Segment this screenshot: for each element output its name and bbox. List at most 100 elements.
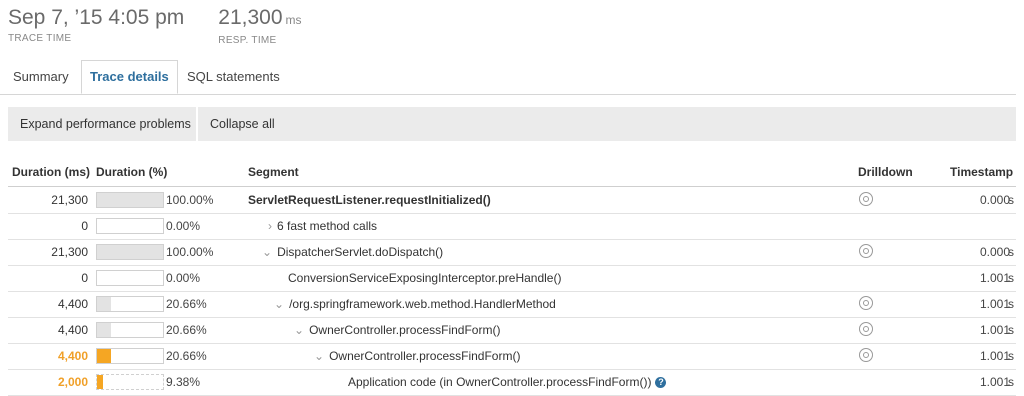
segment-label: OwnerController.processFindForm(): [329, 349, 521, 363]
timestamp-unit: s: [1008, 323, 1014, 337]
segment-cell: › 6 fast method calls: [268, 213, 377, 239]
duration-bar-fill: [97, 297, 111, 311]
timestamp-unit: s: [1008, 271, 1014, 285]
timestamp-unit: s: [1008, 375, 1014, 389]
duration-ms-cell: 4,400: [57, 349, 88, 363]
duration-bar: [96, 296, 164, 312]
duration-ms-cell: 4,400: [57, 297, 88, 311]
duration-pct-cell: 9.38%: [166, 375, 201, 389]
magnifier-icon[interactable]: [859, 322, 873, 336]
magnifier-icon[interactable]: [859, 296, 873, 310]
header-duration-pct[interactable]: Duration (%): [96, 158, 167, 186]
timestamp-cell: 1.001: [979, 349, 1010, 363]
duration-ms-cell: 21,300: [51, 193, 88, 207]
duration-bar-fill: [97, 245, 163, 259]
magnifier-icon[interactable]: [859, 192, 873, 206]
timestamp-cell: 1.001: [979, 271, 1010, 285]
table-row[interactable]: 21,300 100.00% ⌄ DispatcherServlet.doDispat…: [8, 239, 1016, 266]
trace-stats: Sep 7, ’15 4:05 pm TRACE TIME 21,300 ms R…: [8, 6, 336, 46]
duration-bar: [96, 270, 164, 286]
table-row[interactable]: 4,400 20.66% ⌄ OwnerController.processFindF…: [8, 317, 1016, 344]
header-drilldown: Drilldown: [858, 165, 913, 179]
duration-pct-cell: 20.66%: [166, 323, 207, 337]
timestamp-cell: 0.000: [979, 245, 1010, 259]
table-row[interactable]: 0 0.00% ConversionServiceExposingIntercept…: [8, 265, 1016, 292]
segment-label: 6 fast method calls: [277, 219, 378, 233]
segment-cell: Application code (in OwnerController.pro…: [348, 369, 667, 395]
header-segment[interactable]: Segment: [248, 158, 299, 186]
tab-sql-statements[interactable]: SQL statements: [187, 60, 280, 94]
duration-pct-cell: 20.66%: [166, 297, 207, 311]
header-timestamp[interactable]: Timestamp: [950, 158, 1013, 186]
magnifier-icon[interactable]: [859, 244, 873, 258]
segment-label: ServletRequestListener.requestInitialize…: [248, 193, 491, 207]
resp-time-label: RESP. TIME: [218, 35, 277, 46]
tab-trace-details[interactable]: Trace details: [81, 60, 178, 94]
chevron-right-icon[interactable]: ›: [268, 219, 272, 233]
chevron-down-icon[interactable]: ⌄: [262, 245, 272, 259]
table-row[interactable]: 4,400 20.66% ⌄ /org.springframework.web.met…: [8, 291, 1016, 318]
table-row[interactable]: 0 0.00% › 6 fast method calls: [8, 213, 1016, 240]
duration-ms-cell: 0: [81, 271, 88, 285]
duration-ms-cell: 21,300: [51, 245, 88, 259]
resp-time-value: 21,300: [218, 6, 283, 29]
chevron-down-icon[interactable]: ⌄: [314, 349, 324, 363]
trace-page: Sep 7, ’15 4:05 pm TRACE TIME 21,300 ms R…: [0, 0, 1024, 396]
duration-pct-cell: 20.66%: [166, 349, 207, 363]
timestamp-unit: s: [1008, 297, 1014, 311]
timestamp-unit: s: [1008, 245, 1014, 259]
action-bar: Expand performance problems Collapse all: [8, 107, 1016, 141]
duration-bar: [96, 192, 164, 208]
timestamp-cell: 1.001: [979, 323, 1010, 337]
timestamp-cell: 1.001: [979, 375, 1010, 389]
segment-cell: ⌄ DispatcherServlet.doDispatch(): [262, 239, 443, 265]
duration-ms-cell: 4,400: [57, 323, 88, 337]
duration-pct-cell: 0.00%: [166, 219, 201, 233]
segment-cell: ⌄ OwnerController.processFindForm(): [314, 343, 520, 369]
question-icon[interactable]: ?: [655, 377, 667, 389]
segment-cell: ⌄ OwnerController.processFindForm(): [294, 317, 500, 343]
duration-bar-fill: [97, 349, 111, 363]
duration-pct-cell: 100.00%: [166, 245, 214, 259]
trace-time-value: Sep 7, ’15 4:05 pm: [8, 6, 185, 29]
duration-bar-fill: [97, 193, 163, 207]
expand-performance-problems-button[interactable]: Expand performance problems: [8, 107, 203, 141]
segment-label: OwnerController.processFindForm(): [309, 323, 501, 337]
trace-time-label: TRACE TIME: [8, 33, 72, 44]
segment-label: /org.springframework.web.method.HandlerM…: [289, 297, 556, 311]
table-header: Duration (ms) Duration (%) Segment Drill…: [8, 158, 1016, 187]
header-duration-ms[interactable]: Duration (ms): [12, 158, 90, 186]
duration-bar-fill: [97, 323, 111, 337]
duration-ms-cell: 2,000: [57, 375, 88, 389]
resp-time-line: 21,300 ms: [218, 6, 301, 32]
duration-bar: [96, 218, 164, 234]
timestamp-unit: s: [1008, 349, 1014, 363]
duration-bar: [96, 322, 164, 338]
chevron-down-icon[interactable]: ⌄: [294, 323, 304, 337]
tab-summary[interactable]: Summary: [13, 60, 69, 94]
duration-ms-cell: 0: [81, 219, 88, 233]
timestamp-cell: 0.000: [979, 193, 1010, 207]
segment-cell: ⌄ /org.springframework.web.method.Handler…: [274, 291, 556, 317]
segment-label: Application code (in OwnerController.pro…: [348, 375, 652, 389]
timestamp-unit: s: [1008, 193, 1014, 207]
duration-bar: [96, 244, 164, 260]
segment-label: DispatcherServlet.doDispatch(): [277, 245, 444, 259]
duration-bar-fill: [97, 375, 104, 389]
collapse-all-button[interactable]: Collapse all: [198, 107, 287, 141]
table-row[interactable]: 4,400 20.66% ⌄ OwnerController.processFindF…: [8, 343, 1016, 370]
segment-label: ConversionServiceExposingInterceptor.pre…: [288, 271, 562, 285]
duration-pct-cell: 0.00%: [166, 271, 201, 285]
chevron-down-icon[interactable]: ⌄: [274, 297, 284, 311]
segment-cell: ConversionServiceExposingInterceptor.pre…: [288, 265, 561, 291]
table-row[interactable]: 21,300 100.00% ServletRequestListener.requ…: [8, 187, 1016, 214]
table-row[interactable]: 2,000 9.38% Application code (in OwnerCont…: [8, 369, 1016, 396]
tab-bar: Summary Trace details SQL statements: [0, 60, 1016, 95]
duration-pct-cell: 100.00%: [166, 193, 214, 207]
resp-time-stat: 21,300 ms RESP. TIME: [218, 6, 301, 46]
timestamp-cell: 1.001: [979, 297, 1010, 311]
duration-bar: [96, 348, 164, 364]
magnifier-icon[interactable]: [859, 348, 873, 362]
segment-cell: ServletRequestListener.requestInitialize…: [248, 187, 491, 213]
resp-time-unit: ms: [285, 13, 302, 27]
